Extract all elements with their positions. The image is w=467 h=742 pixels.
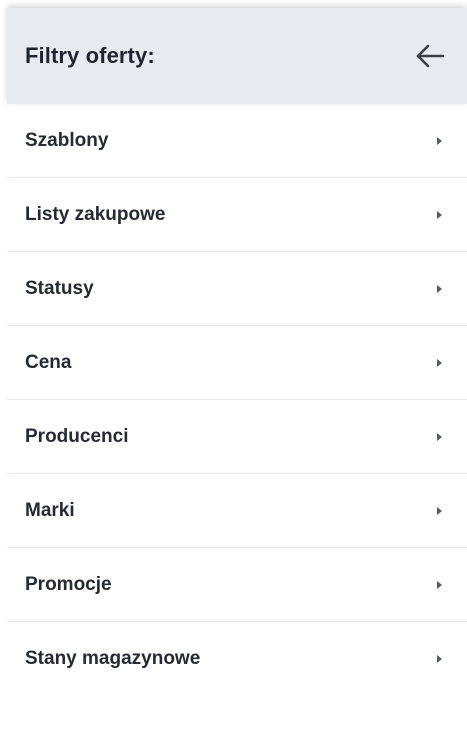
filters-title: Filtry oferty: [25, 43, 155, 68]
filter-item-label: Producenci [25, 425, 129, 447]
chevron-right-icon [437, 432, 442, 441]
filter-item-cena[interactable]: Cena [7, 326, 467, 400]
chevron-right-icon [437, 580, 442, 589]
filter-item-listy-zakupowe[interactable]: Listy zakupowe [7, 178, 467, 252]
filter-item-marki[interactable]: Marki [7, 474, 467, 548]
chevron-right-icon [437, 210, 442, 219]
arrow-left-icon [416, 44, 445, 68]
filter-item-label: Listy zakupowe [25, 203, 166, 225]
filters-list: Szablony Listy zakupowe Statusy Cena Pro… [7, 104, 467, 696]
filter-item-promocje[interactable]: Promocje [7, 548, 467, 622]
filter-item-szablony[interactable]: Szablony [7, 104, 467, 178]
filters-header: Filtry oferty: [7, 8, 467, 104]
filters-panel: Filtry oferty: Szablony Listy zakupowe S… [7, 8, 467, 696]
chevron-right-icon [437, 506, 442, 515]
back-button[interactable] [412, 38, 448, 74]
filter-item-label: Marki [25, 499, 75, 521]
filter-item-stany-magazynowe[interactable]: Stany magazynowe [7, 622, 467, 696]
chevron-right-icon [437, 284, 442, 293]
chevron-right-icon [437, 655, 442, 663]
chevron-right-icon [437, 136, 442, 145]
filter-item-label: Statusy [25, 277, 94, 299]
filter-item-producenci[interactable]: Producenci [7, 400, 467, 474]
chevron-right-icon [437, 358, 442, 367]
filter-item-label: Promocje [25, 573, 112, 595]
filter-item-label: Stany magazynowe [25, 648, 201, 669]
filter-item-statusy[interactable]: Statusy [7, 252, 467, 326]
filter-item-label: Szablony [25, 129, 109, 151]
filter-item-label: Cena [25, 351, 72, 373]
